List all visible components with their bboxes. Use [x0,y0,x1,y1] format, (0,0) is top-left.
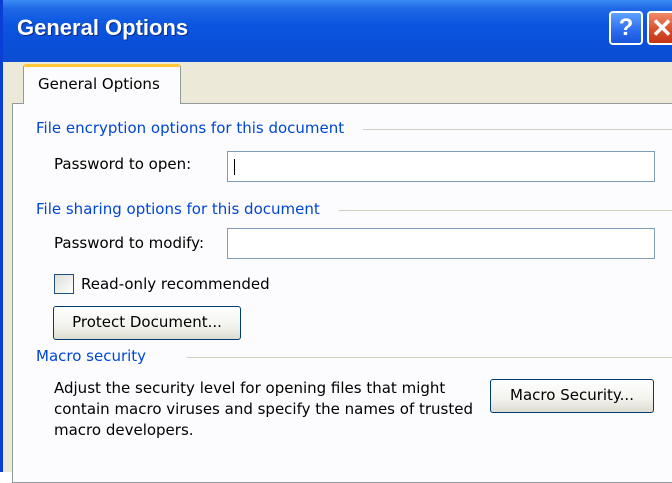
read-only-checkbox[interactable] [54,274,74,294]
encryption-divider [363,129,672,130]
macro-heading: Macro security [36,347,147,365]
password-open-label: Password to open: [54,155,192,173]
close-icon: ✕ [651,13,672,43]
encryption-heading: File encryption options for this documen… [36,119,345,137]
text-caret [234,159,235,175]
help-icon: ? [618,14,634,41]
macro-security-button[interactable]: Macro Security... [490,379,654,413]
general-options-dialog: General Options ? ✕ General Options File… [0,0,672,483]
title-bar: General Options ? ✕ [3,0,672,62]
read-only-label[interactable]: Read-only recommended [81,275,270,293]
close-button[interactable]: ✕ [647,11,672,45]
password-modify-field[interactable] [227,228,655,259]
macro-description: Adjust the security level for opening fi… [54,379,473,439]
tab-label: General Options [38,75,160,93]
window-title: General Options [17,15,189,40]
password-open-field[interactable] [227,151,655,182]
tab-general-options[interactable]: General Options [23,64,181,104]
help-button[interactable]: ? [609,11,643,45]
sharing-heading: File sharing options for this document [36,200,320,218]
protect-document-button[interactable]: Protect Document... [53,306,241,340]
password-modify-label: Password to modify: [54,234,204,252]
sharing-divider [339,210,672,211]
macro-divider [187,357,672,358]
